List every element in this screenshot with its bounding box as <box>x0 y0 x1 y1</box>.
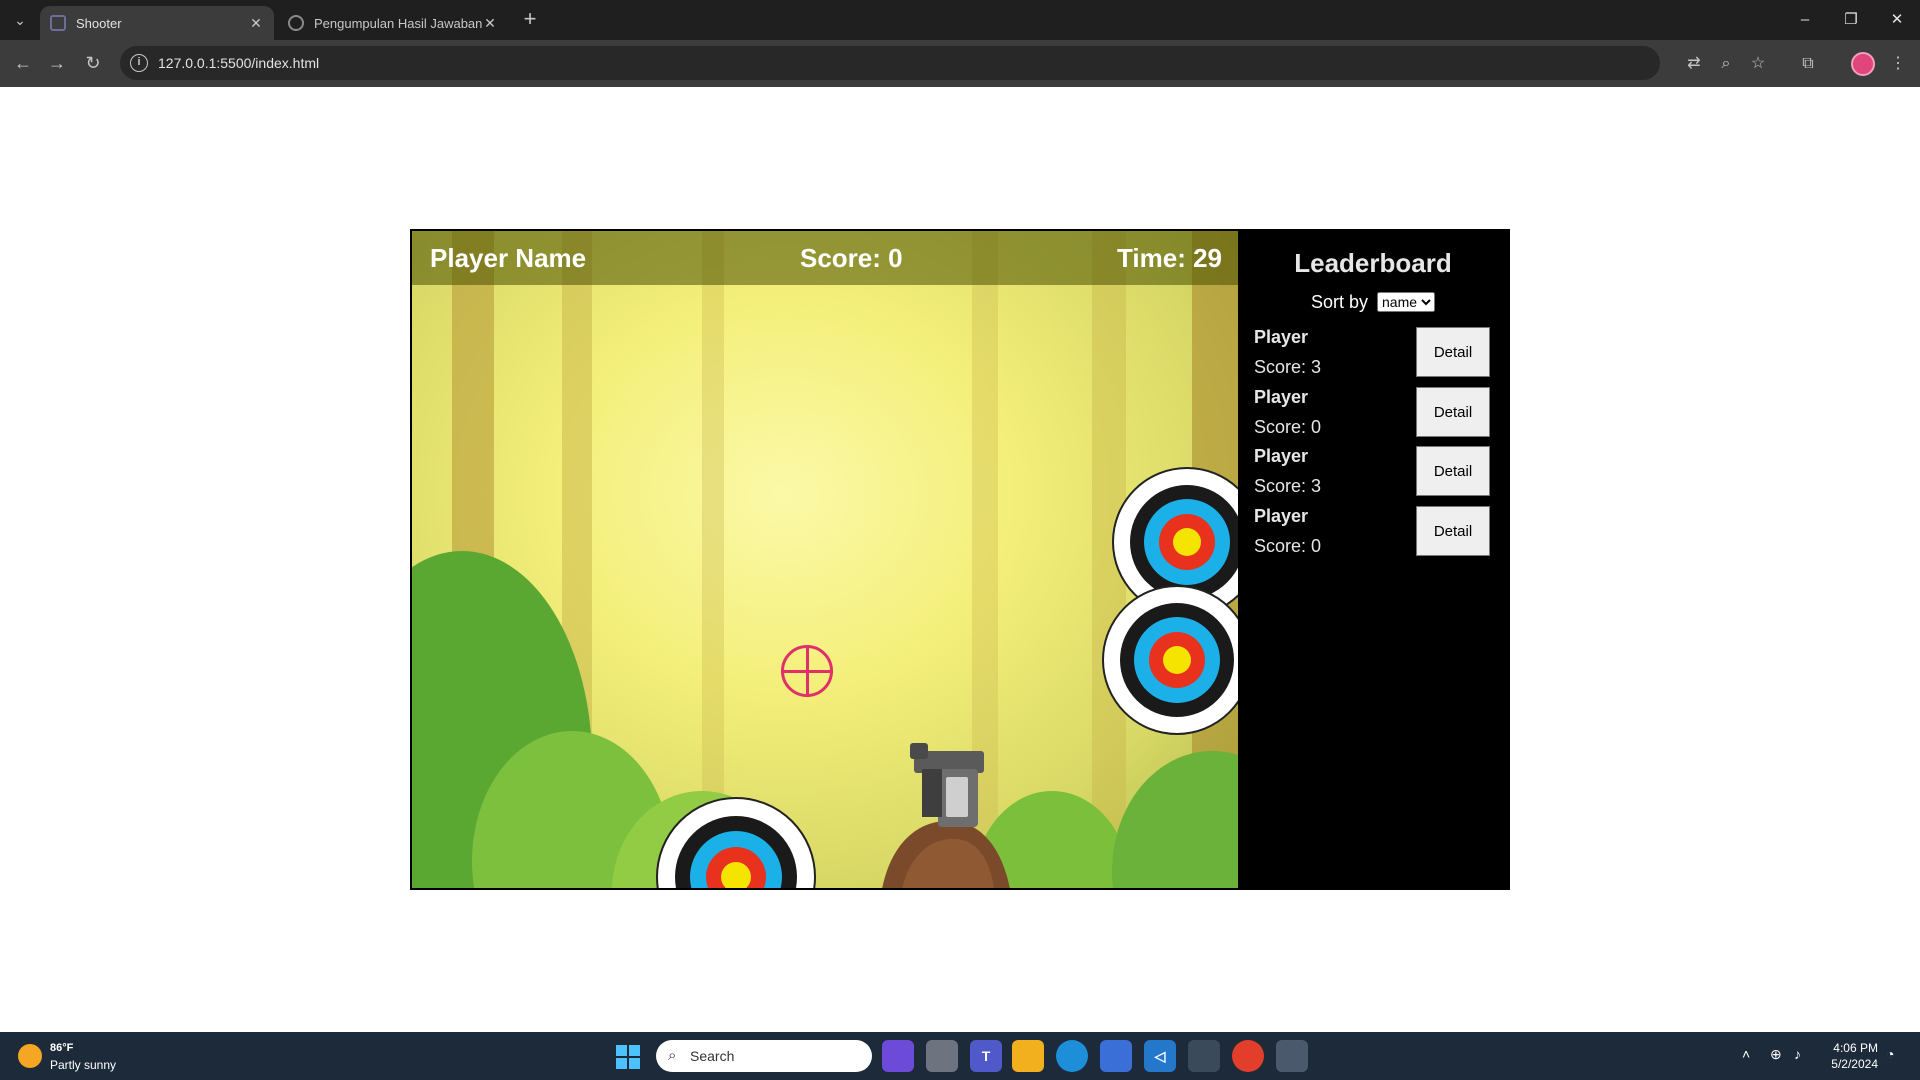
detail-button[interactable]: Detail <box>1416 387 1490 437</box>
bookmark-star-icon[interactable]: ☆ <box>1746 52 1770 76</box>
tree-trunk <box>702 231 724 888</box>
site-info-icon[interactable]: i <box>130 54 148 72</box>
entry-player-name: Player <box>1254 446 1309 466</box>
search-icon: ⌕ <box>668 1047 677 1064</box>
menu-kebab-icon[interactable]: ⋮ <box>1886 52 1910 76</box>
taskbar-search-placeholder: Search <box>690 1048 735 1064</box>
app-icon[interactable] <box>1188 1040 1220 1072</box>
score-display: Score: 0 <box>800 243 903 273</box>
task-view-icon[interactable] <box>926 1040 958 1072</box>
browser-tab-bar: ⌄ Shooter ✕ Pengumpulan Hasil Jawaban LK… <box>0 0 1920 40</box>
copilot-icon[interactable] <box>882 1040 914 1072</box>
crosshair-icon <box>781 645 833 697</box>
zoom-icon[interactable]: ⌕ <box>1714 52 1738 76</box>
clock-time: 4:06 PM <box>1833 1041 1878 1055</box>
vscode-icon[interactable]: ◁ <box>1144 1040 1176 1072</box>
reload-icon[interactable]: ↻ <box>78 48 108 78</box>
tab-favicon-icon <box>288 15 304 31</box>
teams-icon[interactable]: T <box>970 1040 1002 1072</box>
entry-player-name: Player <box>1254 506 1309 526</box>
windows-taskbar: 86°F Partly sunny ⌕ Search T ◁ ˄ ⊕ ♪ 4:0… <box>0 1032 1920 1080</box>
clock[interactable]: 4:06 PM 5/2/2024 <box>1812 1040 1878 1072</box>
time-display: Time: 29 <box>1116 243 1222 273</box>
leaderboard-entry: Player Score: 0 Detail <box>1254 506 1494 566</box>
store-icon[interactable] <box>1100 1040 1132 1072</box>
entry-score: Score: 0 <box>1254 417 1322 437</box>
leaderboard-title: Leaderboard <box>1294 248 1452 278</box>
new-tab-plus-icon[interactable]: + <box>518 8 542 32</box>
forward-arrow-right-icon[interactable]: → <box>42 48 72 78</box>
volume-icon[interactable]: ♪ <box>1794 1046 1801 1062</box>
weather-desc[interactable]: Partly sunny <box>50 1058 116 1072</box>
player-name: Player Name <box>430 243 587 273</box>
detail-button[interactable]: Detail <box>1416 506 1490 556</box>
entry-score: Score: 3 <box>1254 357 1322 377</box>
start-windows-icon[interactable] <box>616 1045 640 1069</box>
network-globe-icon[interactable]: ⊕ <box>1770 1046 1782 1063</box>
browser-toolbar: ← → ↻ i 127.0.0.1:5500/index.html ⇄ ⌕ ☆ … <box>0 40 1920 87</box>
url-text[interactable]: 127.0.0.1:5500/index.html <box>158 55 319 71</box>
tab-shooter[interactable]: Shooter ✕ <box>40 6 274 40</box>
notepad-icon[interactable] <box>1276 1040 1308 1072</box>
sort-label: Sort by <box>1310 292 1368 312</box>
weather-sun-icon[interactable] <box>18 1044 42 1068</box>
detail-button[interactable]: Detail <box>1416 446 1490 496</box>
entry-score: Score: 3 <box>1254 476 1322 496</box>
entry-score: Score: 0 <box>1254 536 1322 556</box>
address-bar[interactable]: i 127.0.0.1:5500/index.html <box>120 46 1660 80</box>
close-window-icon[interactable]: ✕ <box>1874 0 1920 40</box>
restore-icon[interactable]: ❐ <box>1828 0 1874 40</box>
minimize-icon[interactable]: – <box>1782 0 1828 40</box>
extensions-puzzle-icon[interactable]: ⧉ <box>1796 52 1820 76</box>
tab-search-chevron-down-icon[interactable]: ⌄ <box>8 8 32 32</box>
edge-icon[interactable] <box>1056 1040 1088 1072</box>
game-canvas[interactable]: Player Name Score: 0 Time: 29 <box>412 231 1238 888</box>
leaderboard-entry: Player Score: 0 Detail <box>1254 387 1494 447</box>
tab-close-icon[interactable]: ✕ <box>482 15 498 32</box>
pistol-gun-icon <box>882 743 1010 888</box>
leaderboard-entry: Player Score: 3 Detail <box>1254 446 1494 506</box>
leaderboard-entry: Player Score: 3 Detail <box>1254 327 1494 387</box>
weather-temp[interactable]: 86°F <box>50 1042 73 1054</box>
tab-close-icon[interactable]: ✕ <box>248 15 264 32</box>
clock-date: 5/2/2024 <box>1831 1057 1878 1071</box>
file-explorer-icon[interactable] <box>1012 1040 1044 1072</box>
back-arrow-left-icon[interactable]: ← <box>8 48 38 78</box>
tab-title: Shooter <box>76 15 122 31</box>
tab-title: Pengumpulan Hasil Jawaban LK <box>314 15 482 31</box>
game-hud: Player Name Score: 0 Time: 29 <box>412 231 1238 285</box>
sort-row: Sort by name <box>1238 292 1508 313</box>
notification-bell-icon[interactable]: ◔ <box>1886 1046 1894 1062</box>
tray-chevron-up-icon[interactable]: ˄ <box>1742 1046 1750 1062</box>
sort-select[interactable]: name <box>1377 292 1436 312</box>
game-container: Player Name Score: 0 Time: 29 Leaderboar… <box>410 229 1510 890</box>
tab-pengumpulan[interactable]: Pengumpulan Hasil Jawaban LK ✕ <box>278 6 508 40</box>
entry-player-name: Player <box>1254 387 1309 407</box>
bush <box>1112 751 1238 888</box>
entry-player-name: Player <box>1254 327 1309 347</box>
translate-icon[interactable]: ⇄ <box>1682 52 1706 76</box>
leaderboard-panel: Leaderboard Sort by name Player Score: 3… <box>1238 231 1508 888</box>
detail-button[interactable]: Detail <box>1416 327 1490 377</box>
profile-avatar[interactable] <box>1851 52 1875 76</box>
taskbar-search[interactable]: ⌕ Search <box>656 1040 872 1072</box>
tab-favicon-icon <box>50 15 66 31</box>
chrome-icon[interactable] <box>1232 1040 1264 1072</box>
